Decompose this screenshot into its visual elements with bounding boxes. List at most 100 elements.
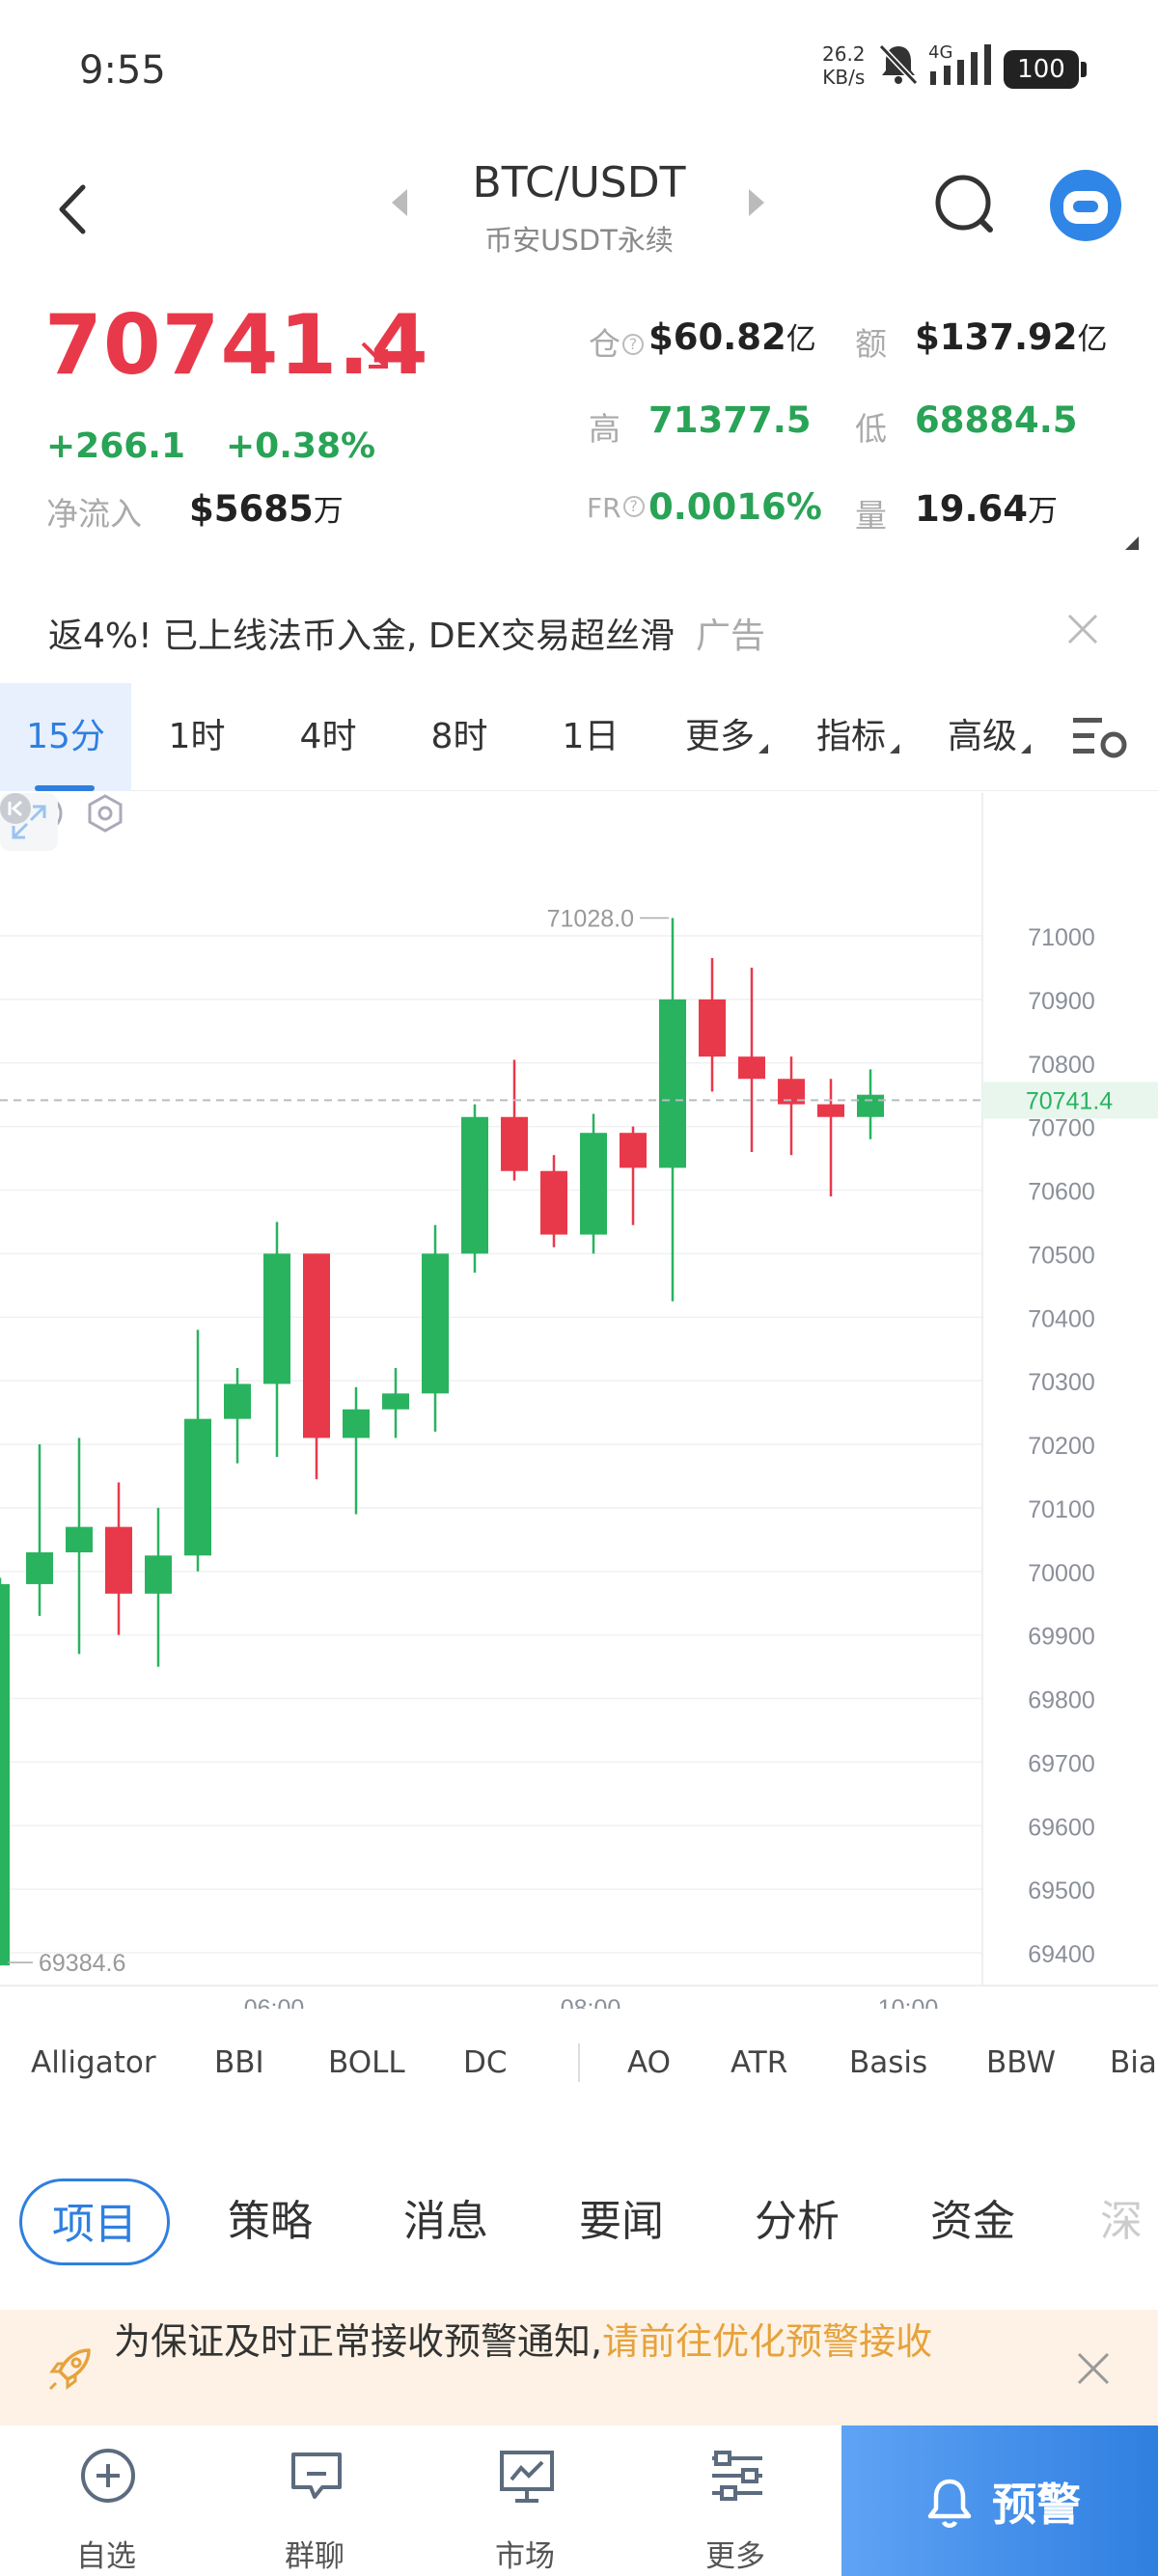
bell-muted-icon [878,43,919,86]
alert-notice-banner[interactable]: 为保证及时正常接收预警通知,请前往优化预警接收 [0,2310,1158,2425]
sliders-icon [712,2451,762,2501]
volume-value: 19.64万 [915,488,1059,530]
x-tick-label: 10:00 [878,1995,939,2009]
candle-body [343,1409,370,1439]
expand-ticker-icon[interactable] [1125,536,1139,550]
indicator-alligator[interactable]: Alligator [31,2045,156,2080]
tab-8h[interactable]: 8时 [394,683,525,791]
indicator-boll[interactable]: BOLL [328,2045,405,2080]
indicator-bbi[interactable]: BBI [214,2045,264,2080]
optimize-alert-link[interactable]: 请前往优化预警接收 [602,2320,932,2363]
y-tick-label: 69600 [1028,1814,1095,1841]
ad-banner[interactable]: 返4%! 已上线法币入金, DEX交易超丝滑 广告 [0,590,1158,673]
low-value: 68884.5 [915,399,1078,441]
indicator-ao[interactable]: AO [627,2045,671,2080]
close-icon[interactable] [1071,2346,1116,2391]
nav-group-chat[interactable]: 群聊 [218,2425,411,2576]
y-tick-label: 70800 [1028,1052,1095,1079]
candle-body [620,1133,647,1168]
chart-settings-icon[interactable] [1071,712,1129,762]
content-tabs: 项目 策略 消息 要闻 分析 资金 深 [0,2179,1158,2265]
candle-body [580,1133,607,1235]
tab-1d[interactable]: 1日 [525,683,656,791]
current-price-label: 70741.4 [1026,1087,1113,1114]
candle-body [857,1094,884,1117]
y-tick-label: 70300 [1028,1369,1095,1396]
candle-body [105,1526,132,1594]
bell-icon [927,2479,972,2528]
tab-headlines[interactable]: 要闻 [556,2179,687,2265]
nav-watchlist[interactable]: 自选 [10,2425,203,2576]
pair-title[interactable]: BTC/USDT [434,158,724,207]
status-bar: 9:55 26.2 KB/s 4G 100 [0,0,1158,145]
indicator-atr[interactable]: ATR [731,2045,787,2080]
alert-button[interactable]: 预警 [841,2425,1158,2576]
tab-analysis[interactable]: 分析 [731,2179,863,2265]
market-chart-icon [500,2451,554,2503]
indicator-bbw[interactable]: BBW [986,2045,1056,2080]
network-speed-value: 26.2 [822,42,866,66]
network-speed: 26.2 KB/s [822,42,866,89]
y-tick-label: 70600 [1028,1179,1095,1206]
indicator-basis[interactable]: Basis [849,2045,927,2080]
tab-indicators[interactable]: 指标 [797,683,919,791]
y-tick-label: 69900 [1028,1624,1095,1651]
close-icon[interactable] [1062,608,1104,650]
tab-4h[interactable]: 4时 [262,683,394,791]
candle-body [659,999,686,1168]
battery-icon: 100 [1004,50,1087,89]
search-icon[interactable] [932,168,1000,245]
back-arrow-icon[interactable] [48,176,96,243]
candle-body [26,1551,53,1584]
candle-body [66,1526,93,1552]
y-tick-label: 70000 [1028,1560,1095,1587]
candle-body [422,1253,449,1394]
tab-advanced[interactable]: 高级 [928,683,1050,791]
bottom-navigation: 自选 群聊 市场 更多 预警 [0,2425,1158,2576]
status-time: 9:55 [79,48,166,93]
interval-tabs: 15分 1时 4时 8时 1日 更多 指标 高级 [0,683,1158,791]
x-tick-label: 08:00 [561,1995,621,2009]
scroll-to-latest-icon[interactable] [0,793,31,824]
candlestick-chart[interactable]: 71000 70900 70800 70700 70600 70500 70400 70300… [0,793,1158,2009]
y-tick-label: 71000 [1028,924,1095,951]
info-icon[interactable]: ? [622,496,645,517]
cellular-signal-icon: 4G [928,42,996,91]
rocket-icon [48,2348,91,2391]
prev-pair-button[interactable] [392,189,407,216]
tab-depth[interactable]: 深 [1083,2179,1158,2265]
volume-label: 量 [855,497,887,534]
next-pair-button[interactable] [749,189,764,216]
assistant-avatar-icon[interactable] [1050,170,1121,241]
y-tick-label: 69700 [1028,1750,1095,1777]
price-down-arrow-icon [361,342,388,369]
pair-header: BTC/USDT 币安USDT永续 [0,154,1158,270]
tab-funds[interactable]: 资金 [907,2179,1038,2265]
candle-body [501,1116,528,1171]
amount-label: 额 [855,325,887,363]
price-change: +266.1 [46,426,186,466]
nav-watchlist-label: 自选 [76,2539,136,2574]
tab-messages[interactable]: 消息 [380,2179,511,2265]
candle-body [224,1384,251,1419]
indicator-separator [578,2043,580,2082]
chat-icon [291,2453,342,2499]
nav-more[interactable]: 更多 [639,2425,832,2576]
y-tick-label: 70900 [1028,988,1095,1015]
tab-1h[interactable]: 1时 [131,683,262,791]
tab-project[interactable]: 项目 [19,2179,170,2265]
tab-strategy[interactable]: 策略 [205,2179,336,2265]
low-label: 低 [855,410,887,448]
candle-body [540,1170,567,1235]
tab-15m[interactable]: 15分 [0,683,131,791]
indicator-bias[interactable]: Bia [1110,2045,1157,2080]
amount-value: $137.92亿 [915,316,1108,358]
y-tick-label: 69800 [1028,1687,1095,1714]
info-icon[interactable]: ? [622,334,644,355]
tab-more[interactable]: 更多 [666,683,787,791]
indicator-dc[interactable]: DC [463,2045,508,2080]
candle-body [0,1583,10,1966]
alert-button-label: 预警 [992,2479,1081,2531]
nav-market[interactable]: 市场 [428,2425,621,2576]
low-marker-label: 69384.6 [39,1950,125,1977]
